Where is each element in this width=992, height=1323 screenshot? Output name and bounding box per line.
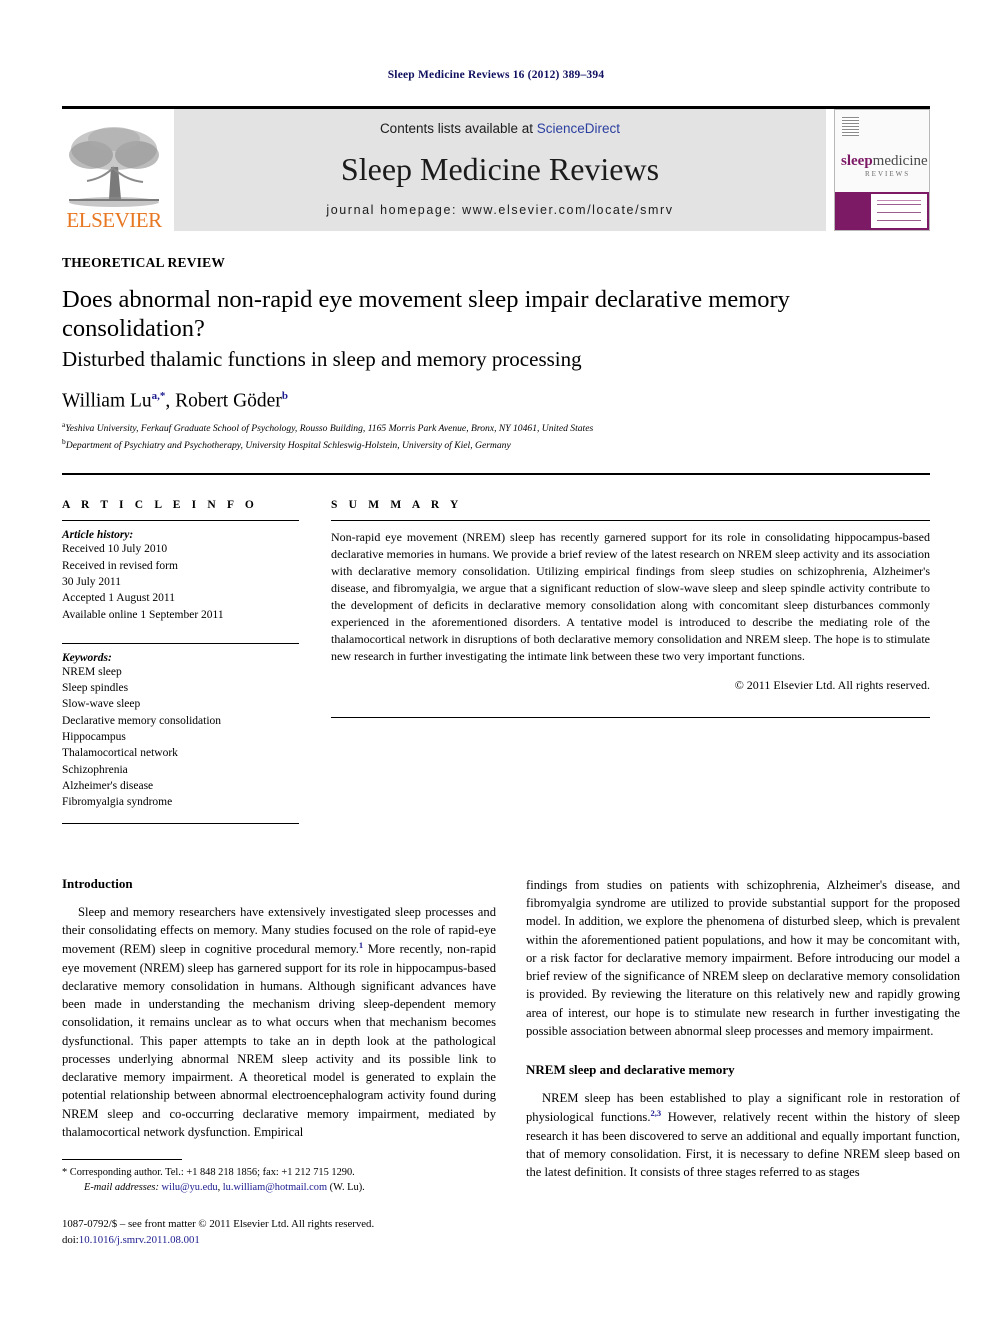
elsevier-logo: ELSEVIER: [62, 109, 166, 231]
article-title-block: THEORETICAL REVIEW Does abnormal non-rap…: [62, 231, 930, 454]
reference-marker[interactable]: 2,3: [650, 1108, 661, 1118]
affiliation-2: bDepartment of Psychiatry and Psychother…: [62, 437, 930, 453]
section-heading-introduction: Introduction: [62, 875, 133, 891]
section-heading-nrem-sleep: NREM sleep and declarative memory: [526, 1062, 735, 1078]
article-history-item: Received in revised form: [62, 559, 178, 572]
journal-title: Sleep Medicine Reviews: [340, 151, 660, 187]
author-list: William Lua,*, Robert Göderb: [62, 390, 930, 413]
body-paragraph: Sleep and memory researchers have extens…: [62, 903, 496, 1141]
article-history-item: Accepted 1 August 2011: [62, 592, 175, 605]
body-columns: Introduction Sleep and memory researcher…: [62, 876, 960, 1249]
keyword-item: NREM sleep: [62, 665, 122, 678]
sciencedirect-link[interactable]: ScienceDirect: [537, 121, 620, 136]
article-history-item: Received 10 July 2010: [62, 543, 168, 556]
journal-masthead: ELSEVIER Contents lists available at Sci…: [62, 105, 930, 231]
email-owner: (W. Lu).: [329, 1182, 365, 1194]
keyword-item: Schizophrenia: [62, 763, 128, 776]
author-mark-1: a,*: [151, 389, 166, 402]
doi-label: doi:: [62, 1234, 79, 1247]
keywords-top-rule: [62, 642, 299, 644]
copyright-line: © 2011 Elsevier Ltd. All rights reserved…: [734, 678, 930, 693]
keyword-item: Thalamocortical network: [62, 747, 178, 760]
author-name-2[interactable]: Robert Göder: [175, 390, 282, 411]
body-left-column: Introduction Sleep and memory researcher…: [62, 876, 496, 1249]
article-history-item: Available online 1 September 2011: [62, 608, 224, 621]
keywords-label: Keywords:: [62, 651, 112, 664]
cover-title: sleepmedicine: [841, 152, 928, 169]
article-type-kicker: THEORETICAL REVIEW: [62, 254, 226, 270]
email-label: E-mail addresses:: [84, 1182, 159, 1194]
author-separator: ,: [165, 390, 176, 411]
issn-line: 1087-0792/$ – see front matter © 2011 El…: [62, 1218, 375, 1231]
running-head: Sleep Medicine Reviews 16 (2012) 389–394: [387, 69, 605, 81]
author-name-1[interactable]: William Lu: [62, 390, 152, 411]
page-title: Does abnormal non-rapid eye movement sle…: [62, 285, 790, 343]
affiliation-text-2: Department of Psychiatry and Psychothera…: [65, 440, 511, 452]
doi-line: doi:10.1016/j.smrv.2011.08.001: [62, 1233, 496, 1249]
summary-top-rule: [331, 520, 930, 522]
elsevier-tree-icon: [69, 126, 159, 207]
cover-band-caption: [840, 216, 841, 222]
cover-title-part2: medicine: [872, 152, 928, 169]
article-info-heading: A R T I C L E I N F O: [62, 499, 258, 512]
author-mark-2: b: [281, 389, 288, 402]
article-page: Sleep Medicine Reviews 16 (2012) 389–394…: [0, 0, 992, 1323]
email-link-1[interactable]: wilu@yu.edu: [162, 1182, 218, 1193]
keywords-block: Keywords: NREM sleep Sleep spindles Slow…: [62, 652, 299, 811]
summary-heading: S U M M A R Y: [331, 499, 463, 512]
title-block-divider: [62, 473, 930, 476]
article-history-label: Article history:: [62, 529, 134, 542]
cover-title-part1: sleep: [841, 152, 873, 169]
info-summary-section: A R T I C L E I N F O Article history: R…: [62, 499, 930, 832]
footnote-rule: [62, 1159, 182, 1161]
keyword-item: Fibromyalgia syndrome: [62, 796, 173, 809]
journal-homepage-link[interactable]: journal homepage: www.elsevier.com/locat…: [326, 203, 673, 217]
abstract-text: Non-rapid eye movement (NREM) sleep has …: [331, 530, 930, 664]
affiliation-text-1: Yeshiva University, Ferkauf Graduate Sch…: [65, 423, 594, 435]
keyword-item: Slow-wave sleep: [62, 698, 141, 711]
cover-elsevier-mark-icon: [842, 116, 859, 136]
contents-lists-line: Contents lists available at ScienceDirec…: [380, 121, 620, 136]
affiliation-1: aYeshiva University, Ferkauf Graduate Sc…: [62, 420, 930, 436]
corresponding-author-note: * Corresponding author. Tel.: +1 848 218…: [62, 1167, 355, 1179]
issn-copyright-block: 1087-0792/$ – see front matter © 2011 El…: [62, 1217, 496, 1248]
journal-cover-thumbnail[interactable]: sleepmedicine REVIEWS: [834, 108, 930, 231]
article-subtitle: Disturbed thalamic functions in sleep an…: [62, 347, 582, 372]
keyword-item: Sleep spindles: [62, 682, 129, 695]
article-info-top-rule: [62, 520, 299, 522]
email-note: E-mail addresses: wilu@yu.edu, lu.willia…: [62, 1180, 496, 1195]
article-info-column: A R T I C L E I N F O Article history: R…: [62, 499, 299, 832]
cover-figure-thumbnail: [871, 193, 927, 228]
keyword-item: Hippocampus: [62, 731, 126, 744]
contents-prefix-text: Contents lists available at: [379, 120, 537, 136]
cover-subtitle: REVIEWS: [865, 169, 911, 178]
summary-bottom-rule: [331, 717, 930, 719]
keyword-item: Declarative memory consolidation: [62, 714, 222, 727]
elsevier-wordmark: ELSEVIER: [66, 207, 162, 232]
summary-column: S U M M A R Y Non-rapid eye movement (NR…: [331, 499, 930, 832]
email-link-2[interactable]: lu.william@hotmail.com: [223, 1182, 327, 1193]
body-paragraph: NREM sleep has been established to play …: [526, 1089, 960, 1181]
body-paragraph: findings from studies on patients with s…: [526, 877, 960, 1038]
footnote-block: * Corresponding author. Tel.: +1 848 218…: [62, 1159, 496, 1195]
article-info-bottom-rule: [62, 822, 299, 824]
body-right-column: findings from studies on patients with s…: [526, 876, 960, 1249]
body-paragraph-part2: More recently, non-rapid eye movement (N…: [62, 942, 496, 1139]
doi-link[interactable]: 10.1016/j.smrv.2011.08.001: [79, 1234, 200, 1246]
article-history-item: 30 July 2011: [62, 575, 121, 588]
journal-banner: Contents lists available at ScienceDirec…: [174, 108, 826, 231]
keyword-item: Alzheimer's disease: [62, 780, 154, 793]
